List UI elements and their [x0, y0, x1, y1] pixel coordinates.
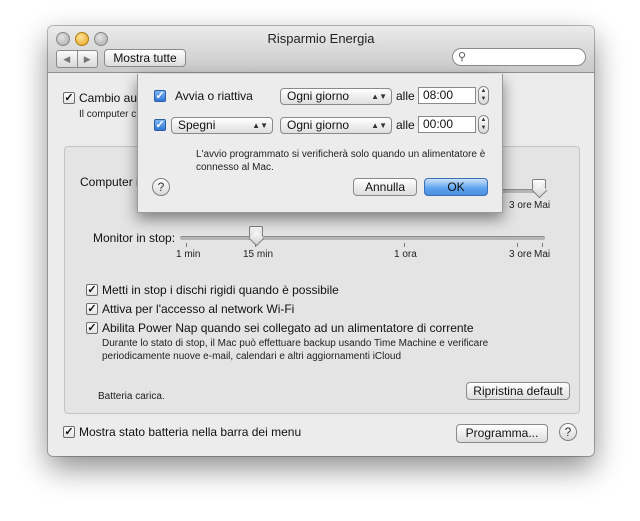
popup-arrows-icon: ▲▼	[371, 121, 387, 130]
wifi-wake-checkbox[interactable]: ✓	[86, 303, 98, 315]
slider-tick	[542, 243, 543, 247]
slider-tick	[186, 243, 187, 247]
popup-arrows-icon: ▲▼	[252, 121, 268, 130]
nav-buttons: ◀ ▶	[56, 50, 98, 68]
popup-arrows-icon: ▲▼	[371, 92, 387, 101]
search-icon: ⚲	[458, 51, 467, 63]
back-button[interactable]: ◀	[57, 51, 78, 67]
shutdown-at-label: alle	[396, 118, 415, 132]
sheet-help-button[interactable]: ?	[152, 178, 170, 196]
power-nap-description-line1: Durante lo stato di stop, il Mac può eff…	[102, 338, 489, 349]
wake-at-label: alle	[396, 89, 415, 103]
schedule-note-line1: L'avvio programmato si verificherà solo …	[196, 149, 486, 160]
computer-tick-mai: Mai	[534, 200, 551, 211]
schedule-note-line2: connesso al Mac.	[196, 162, 274, 173]
wifi-wake-label: Attiva per l'accesso al network Wi-Fi	[102, 302, 295, 316]
check-icon: ✓	[64, 426, 74, 438]
monitor-tick-3ore: 3 ore	[509, 249, 532, 260]
wake-checkbox[interactable]: ✓	[154, 90, 166, 102]
computer-tick-3ore: 3 ore	[509, 200, 532, 211]
computer-sleep-label: Computer i	[80, 175, 139, 189]
power-nap-checkbox[interactable]: ✓	[86, 322, 98, 334]
help-button[interactable]: ?	[559, 423, 577, 441]
wake-time-field[interactable]: 08:00	[418, 87, 476, 104]
wake-frequency-value: Ogni giorno	[287, 89, 350, 103]
power-nap-description-line2: periodicamente nuove e-mail, calendari e…	[102, 351, 402, 362]
check-icon: ✓	[155, 119, 165, 131]
disk-sleep-label: Metti in stop i dischi rigidi quando è p…	[102, 283, 339, 297]
schedule-button[interactable]: Programma...	[456, 424, 548, 443]
shutdown-time-stepper[interactable]: ▲ ▼	[478, 115, 489, 134]
monitor-tick-15min: 15 min	[243, 249, 274, 260]
power-nap-label: Abilita Power Nap quando sei collegato a…	[102, 321, 474, 335]
auto-switch-checkbox[interactable]: ✓	[63, 92, 75, 104]
show-battery-checkbox[interactable]: ✓	[63, 426, 75, 438]
monitor-tick-1min: 1 min	[176, 249, 201, 260]
shutdown-checkbox[interactable]: ✓	[154, 119, 166, 131]
monitor-tick-mai: Mai	[534, 249, 551, 260]
shutdown-frequency-popup[interactable]: Ogni giorno ▲▼	[280, 117, 392, 134]
check-icon: ✓	[87, 303, 97, 315]
search-field[interactable]: ⚲	[452, 48, 586, 66]
restore-defaults-button[interactable]: Ripristina default	[466, 382, 570, 400]
window-title: Risparmio Energia	[267, 31, 375, 46]
wake-frequency-popup[interactable]: Ogni giorno ▲▼	[280, 88, 392, 105]
check-icon: ✓	[155, 90, 165, 102]
slider-tick	[517, 243, 518, 247]
show-all-button[interactable]: Mostra tutte	[104, 49, 186, 67]
monitor-sleep-slider-track[interactable]	[180, 236, 545, 240]
wake-time-stepper[interactable]: ▲ ▼	[478, 86, 489, 105]
wake-label: Avvia o riattiva	[175, 89, 253, 103]
check-icon: ✓	[87, 322, 97, 334]
auto-switch-description: Il computer c	[79, 109, 137, 120]
check-icon: ✓	[87, 284, 97, 296]
show-battery-label: Mostra stato batteria nella barra dei me…	[79, 425, 302, 439]
monitor-tick-1ora: 1 ora	[394, 249, 417, 260]
title-bar: Risparmio Energia ◀ ▶ Mostra tutte ⚲	[48, 26, 594, 73]
monitor-sleep-label: Monitor in stop:	[93, 231, 176, 245]
cancel-button[interactable]: Annulla	[353, 178, 417, 196]
ok-button[interactable]: OK	[424, 178, 488, 196]
slider-tick	[404, 243, 405, 247]
shutdown-frequency-value: Ogni giorno	[287, 118, 350, 132]
shutdown-action-value: Spegni	[178, 118, 216, 132]
shutdown-time-field[interactable]: 00:00	[418, 116, 476, 133]
shutdown-action-popup[interactable]: Spegni ▲▼	[171, 117, 273, 134]
auto-switch-label: Cambio aut	[79, 91, 141, 105]
check-icon: ✓	[64, 92, 74, 104]
forward-button[interactable]: ▶	[78, 51, 98, 67]
schedule-sheet: ✓ Avvia o riattiva Ogni giorno ▲▼ alle 0…	[137, 74, 503, 213]
battery-status: Batteria carica.	[98, 391, 165, 402]
disk-sleep-checkbox[interactable]: ✓	[86, 284, 98, 296]
